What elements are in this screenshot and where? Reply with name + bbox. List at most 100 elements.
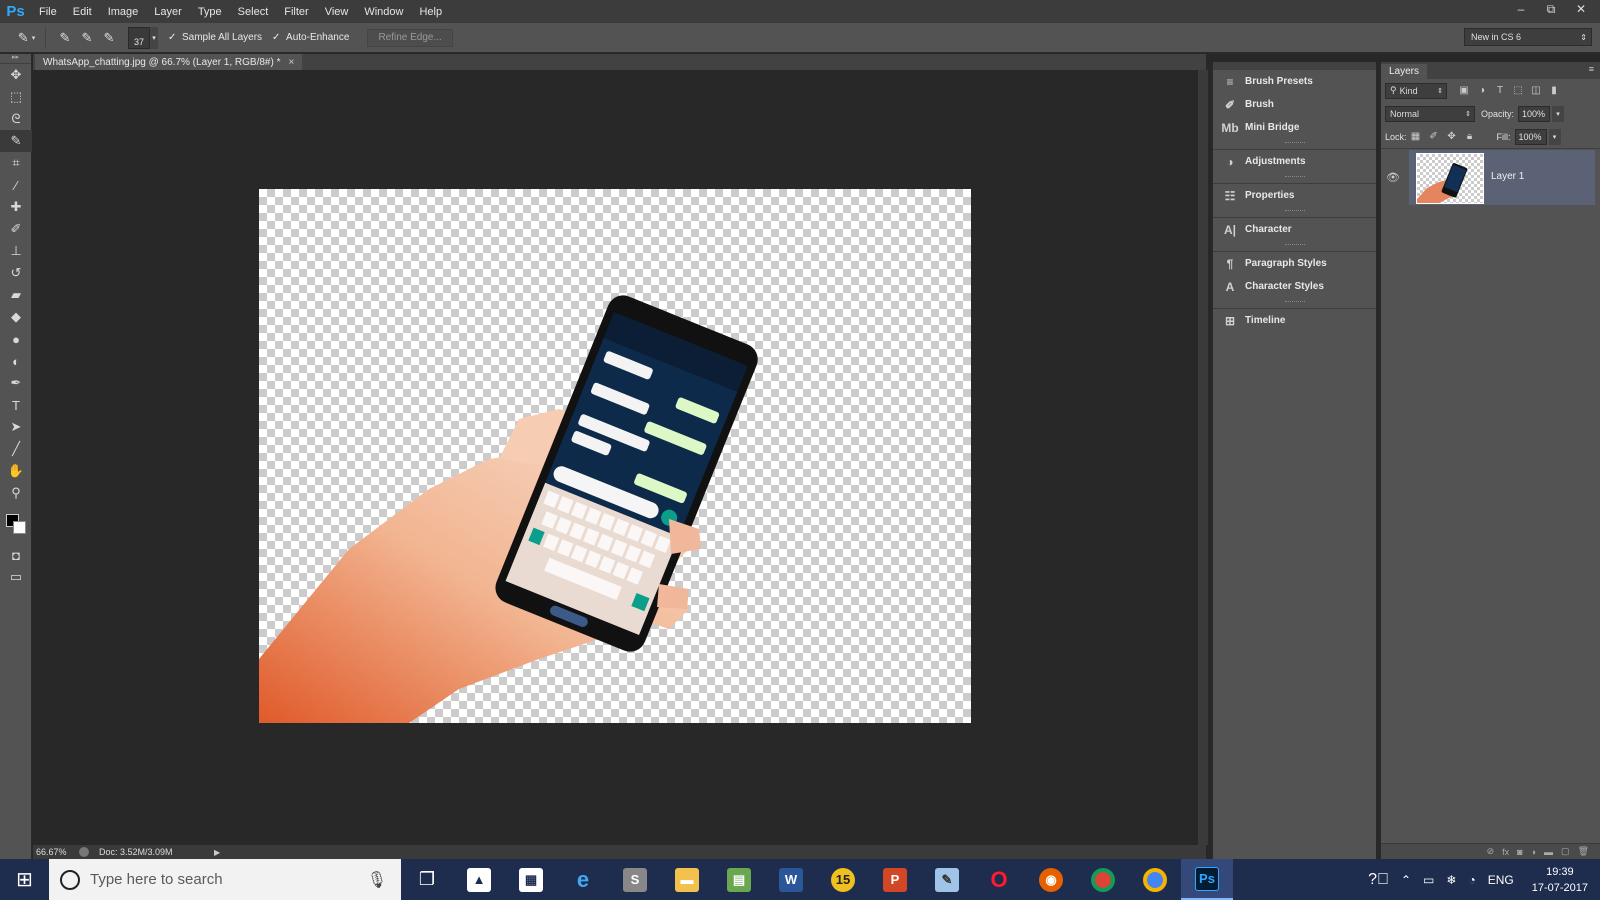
vertical-scrollbar[interactable] — [1198, 70, 1208, 845]
subtract-from-selection-mode-button[interactable]: ✎ — [98, 28, 120, 48]
dock-properties[interactable]: ☷ Properties — [1213, 184, 1376, 207]
document-tab[interactable]: WhatsApp_chatting.jpg @ 66.7% (Layer 1, … — [35, 54, 303, 70]
line-tool[interactable]: ╱ — [0, 438, 32, 460]
menu-file[interactable]: File — [31, 6, 65, 18]
status-menu-arrow-icon[interactable]: ▶ — [214, 848, 220, 857]
layer-row[interactable]: 👁︎ Layer 1 — [1381, 148, 1600, 206]
start-button[interactable]: ⊞ — [0, 859, 49, 900]
minimize-button[interactable]: – — [1510, 2, 1532, 17]
taskbar-app-green[interactable]: ▤ — [713, 859, 765, 900]
document-canvas[interactable] — [259, 189, 971, 723]
quick-selection-tool[interactable]: ✎ — [0, 130, 32, 152]
add-to-selection-mode-button[interactable]: ✎ — [76, 28, 98, 48]
auto-enhance-checkbox[interactable]: ✓ Auto-Enhance — [272, 32, 349, 43]
menu-layer[interactable]: Layer — [146, 6, 190, 18]
zoom-tool[interactable]: ⚲ — [0, 482, 32, 504]
dock-mini-bridge[interactable]: Mb Mini Bridge — [1213, 116, 1376, 139]
sample-all-layers-checkbox[interactable]: ✓ Sample All Layers — [168, 32, 262, 43]
task-view-button[interactable]: ❐ — [401, 859, 453, 900]
taskbar-firefox[interactable]: ◉ — [1025, 859, 1077, 900]
chevron-up-icon[interactable]: ⌃ — [1401, 873, 1411, 887]
blend-mode-select[interactable]: Normal ⇕ — [1385, 105, 1475, 122]
pen-tool[interactable]: ✒ — [0, 372, 32, 394]
workspace-selector[interactable]: New in CS 6 ⇕ — [1464, 28, 1592, 46]
screen-mode-button[interactable]: ▭ — [0, 566, 32, 588]
healing-brush-tool[interactable]: ✚ — [0, 196, 32, 218]
menu-window[interactable]: Window — [356, 6, 411, 18]
restore-button[interactable]: ⧉ — [1540, 2, 1562, 17]
clone-stamp-tool[interactable]: ⊥ — [0, 240, 32, 262]
taskbar-edge[interactable]: e — [557, 859, 609, 900]
dock-brush[interactable]: ✐ Brush — [1213, 93, 1376, 116]
new-group-icon[interactable]: ▬ — [1544, 847, 1553, 857]
language-indicator[interactable]: ENG — [1488, 873, 1514, 887]
lock-pixels-icon[interactable]: ✐ — [1425, 131, 1443, 142]
new-selection-mode-button[interactable]: ✎ — [54, 28, 76, 48]
taskbar-app-s[interactable]: S — [609, 859, 661, 900]
eraser-tool[interactable]: ▰ — [0, 284, 32, 306]
eyedropper-tool[interactable]: ⁄ — [0, 174, 32, 196]
wifi-icon[interactable]: ◔ — [1468, 873, 1475, 887]
microphone-icon[interactable]: 🎙︎ — [367, 870, 387, 890]
menu-view[interactable]: View — [317, 6, 357, 18]
new-layer-icon[interactable]: ▢ — [1561, 846, 1570, 857]
panel-grip[interactable]: ▸▸ — [0, 54, 31, 64]
menu-filter[interactable]: Filter — [276, 6, 316, 18]
brush-size-picker[interactable]: 37 — [128, 26, 150, 49]
taskbar-word[interactable]: W — [765, 859, 817, 900]
pixel-filter-icon[interactable]: ▣ — [1455, 85, 1473, 96]
menu-help[interactable]: Help — [411, 6, 450, 18]
dock-character[interactable]: A| Character — [1213, 218, 1376, 241]
dock-header[interactable] — [1213, 62, 1376, 70]
type-tool[interactable]: T — [0, 394, 32, 416]
quick-mask-button[interactable]: ◘ — [0, 544, 32, 566]
refine-edge-button[interactable]: Refine Edge... — [367, 28, 453, 47]
taskbar-photoshop[interactable]: Ps — [1181, 859, 1233, 900]
help-icon[interactable]: ?⃝ — [1368, 871, 1389, 889]
filter-toggle-icon[interactable]: ▮ — [1545, 85, 1563, 96]
paint-bucket-tool[interactable]: ◆ — [0, 306, 32, 328]
tool-preset-picker[interactable]: ✎ ▾ — [8, 26, 46, 49]
panel-menu-icon[interactable]: ≡ — [1589, 64, 1594, 74]
taskbar-file-explorer[interactable]: ▬ — [661, 859, 713, 900]
taskbar-app-15[interactable]: 15 — [817, 859, 869, 900]
opacity-dropdown[interactable]: ▾ — [1552, 105, 1565, 122]
visibility-eye-icon[interactable]: 👁︎ — [1381, 171, 1405, 184]
adjustment-filter-icon[interactable]: ◑ — [1473, 85, 1491, 96]
clock[interactable]: 19:39 17-07-2017 — [1532, 864, 1588, 896]
crop-tool[interactable]: ⌗ — [0, 152, 32, 174]
taskbar-store[interactable]: ▦ — [505, 859, 557, 900]
taskbar-powerpoint[interactable]: P — [869, 859, 921, 900]
move-tool[interactable]: ✥ — [0, 64, 32, 86]
brush-tool[interactable]: ✐ — [0, 218, 32, 240]
lasso-tool[interactable]: ᘓ — [0, 108, 32, 130]
type-filter-icon[interactable]: T — [1491, 85, 1509, 96]
path-selection-tool[interactable]: ➤ — [0, 416, 32, 438]
layer-style-icon[interactable]: fx — [1502, 847, 1509, 857]
lock-position-icon[interactable]: ✥ — [1443, 131, 1461, 142]
marquee-tool[interactable]: ⬚ — [0, 86, 32, 108]
adjustment-layer-icon[interactable]: ◑ — [1531, 847, 1536, 857]
lock-all-icon[interactable]: 🔒︎ — [1461, 131, 1479, 142]
layers-tab[interactable]: Layers — [1381, 64, 1428, 79]
canvas-area[interactable] — [33, 70, 1206, 845]
dock-timeline[interactable]: ⊞ Timeline — [1213, 309, 1376, 332]
battery-icon[interactable]: ▭ — [1423, 873, 1434, 887]
taskbar-chrome-app[interactable] — [1129, 859, 1181, 900]
zoom-level[interactable]: 66.67% — [33, 847, 73, 857]
link-layers-icon[interactable]: ⊘ — [1487, 846, 1495, 857]
snowflake-icon[interactable]: ❄ — [1446, 873, 1456, 887]
close-button[interactable]: ✕ — [1570, 2, 1592, 17]
hand-tool[interactable]: ✋ — [0, 460, 32, 482]
dock-character-styles[interactable]: A Character Styles — [1213, 275, 1376, 298]
fill-input[interactable]: 100% — [1514, 128, 1547, 145]
menu-select[interactable]: Select — [230, 6, 277, 18]
brush-size-dropdown[interactable]: ▾ — [150, 26, 158, 49]
dodge-tool[interactable]: ◐ — [0, 350, 32, 372]
lock-transparency-icon[interactable]: ▦ — [1407, 131, 1425, 142]
taskbar-paint[interactable]: ✎ — [921, 859, 973, 900]
taskbar-chrome[interactable] — [1077, 859, 1129, 900]
dock-paragraph-styles[interactable]: ¶ Paragraph Styles — [1213, 252, 1376, 275]
blur-tool[interactable]: ● — [0, 328, 32, 350]
menu-edit[interactable]: Edit — [65, 6, 100, 18]
